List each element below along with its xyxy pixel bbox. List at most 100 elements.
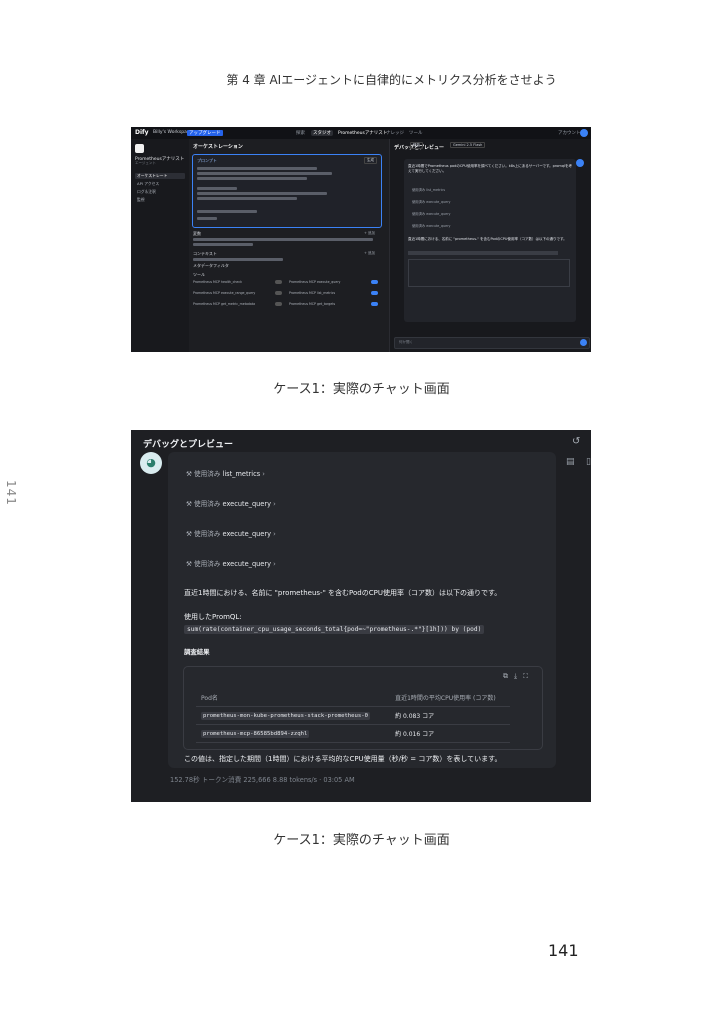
results-table-container: ⧉⤓⛶ Pod名 直近1時間の平均CPU使用率 (コア数) prometheus… <box>183 666 543 750</box>
tool-item[interactable]: Prometheus MCP execute_query <box>289 280 381 285</box>
nav-knowledge[interactable]: ナレッジ <box>386 130 404 136</box>
tool-icon: ⚒ <box>186 530 195 538</box>
prompt-text-line <box>197 172 332 175</box>
debug-preview-panel: デバッグとプレビュー 機能 Gemini 2.5 Flash 直近1時間でPro… <box>389 139 591 352</box>
sidebar-item-logs[interactable]: ログ＆注釈 <box>135 189 185 195</box>
pod-name: prometheus-mon-kube-prometheus-stack-pro… <box>201 712 371 720</box>
generate-button[interactable]: 生成 <box>364 157 377 164</box>
tool-name: execute_query <box>222 530 271 538</box>
copy-icon[interactable]: ⧉ <box>503 672 514 680</box>
nav-tools[interactable]: ツール <box>409 130 423 136</box>
tool-item[interactable]: Prometheus MCP get_targets <box>289 302 381 307</box>
chapter-header: 第 4 章 AIエージェントに自律的にメトリクス分析をさせよう <box>226 73 557 87</box>
prompt-text-line <box>197 210 257 213</box>
conclusion-text: この値は、指定した期間（1時間）における平均的なCPU使用量（秒/秒 = コア数… <box>184 755 502 763</box>
page-number: 141 <box>548 941 579 960</box>
tool-name: execute_query <box>222 500 271 508</box>
user-message: 直近1時間でPrometheus podのCPU使用率を調べてください。k8s上… <box>408 164 573 173</box>
upgrade-button[interactable]: アップグレード <box>187 130 223 136</box>
cpu-usage: 約 0.083 コア <box>390 706 510 725</box>
refresh-icon[interactable]: ↺ <box>572 436 580 447</box>
tool-toggle[interactable] <box>371 280 378 284</box>
debug-preview-screenshot: デバッグとプレビュー ↺ ◕ ▤ ▯ ⚒ 使用済み list_metrics ›… <box>131 430 591 802</box>
sidebar-item-api-access[interactable]: API アクセス <box>135 181 185 187</box>
tool-toggle[interactable] <box>275 280 282 284</box>
pod-name: prometheus-mcp-86585bd894-zzqhl <box>201 730 310 738</box>
chevron-right-icon: › <box>273 560 276 568</box>
tool-item[interactable]: Prometheus MCP execute_range_query <box>193 291 285 296</box>
results-table: Pod名 直近1時間の平均CPU使用率 (コア数) prometheus-mon… <box>196 689 510 743</box>
tool-use-item[interactable]: 使用済み list_metrics <box>412 187 445 192</box>
orchestration-panel: オーケストレーション プロンプト 生成 変数 + 追加 コンテキスト + 追加 … <box>189 139 389 352</box>
features-button[interactable]: 機能 <box>410 142 423 149</box>
tool-toggle[interactable] <box>275 291 282 295</box>
chat-input-placeholder: 何か聞く <box>399 340 413 344</box>
table-row: prometheus-mon-kube-prometheus-stack-pro… <box>196 706 510 725</box>
table-header: 直近1時間の平均CPU使用率 (コア数) <box>390 689 510 707</box>
prompt-editor[interactable]: プロンプト 生成 <box>192 154 382 228</box>
tool-use-item[interactable]: ⚒ 使用済み execute_query › <box>186 558 276 568</box>
prompt-text-line <box>197 197 297 200</box>
chevron-right-icon: › <box>273 530 276 538</box>
tool-use-item[interactable]: ⚒ 使用済み list_metrics › <box>186 468 265 478</box>
assistant-answer: 直近1時間における、名前に "prometheus-" を含むPodのCPU使用… <box>408 237 567 241</box>
orchestration-title: オーケストレーション <box>193 144 243 150</box>
side-page-number: 141 <box>4 480 18 506</box>
sidebar-item-orchestrate[interactable]: オーケストレート <box>135 173 185 179</box>
sidebar-app-type: エージェント <box>135 161 156 165</box>
tool-use-item[interactable]: 使用済み execute_query <box>412 211 450 216</box>
app-sidebar: Prometheusアナリスト エージェント オーケストレート API アクセス… <box>131 139 190 352</box>
tool-icon: ⚒ <box>186 500 195 508</box>
chat-input[interactable]: 何か聞く <box>394 337 590 349</box>
promql-code <box>408 251 558 255</box>
send-icon[interactable] <box>580 339 587 346</box>
current-app-name[interactable]: Prometheusアナリスト <box>338 130 387 136</box>
tool-toggle[interactable] <box>371 302 378 306</box>
prompt-text-line <box>197 177 307 180</box>
chevron-right-icon: › <box>273 500 276 508</box>
document-icon[interactable]: ▤ <box>566 457 575 467</box>
tool-use-item[interactable]: 使用済み execute_query <box>412 223 450 228</box>
figure-caption-1: ケース1：実際のチャット画面 <box>273 382 450 397</box>
tool-toggle[interactable] <box>275 302 282 306</box>
dify-orchestration-screenshot: Dify Billy's Workspace アップグレード 探索 スタジオ P… <box>131 127 591 352</box>
tool-item[interactable]: Prometheus MCP list_metrics <box>289 291 381 296</box>
account-menu[interactable]: アカウント <box>558 130 581 136</box>
variables-section-title: 変数 <box>193 231 201 236</box>
tool-use-item[interactable]: ⚒ 使用済み execute_query › <box>186 498 276 508</box>
table-header: Pod名 <box>196 689 391 707</box>
sidebar-item-monitoring[interactable]: 監視 <box>135 197 185 203</box>
results-heading: 調査結果 <box>184 648 210 656</box>
assistant-message: ⚒ 使用済み list_metrics › ⚒ 使用済み execute_que… <box>168 452 556 768</box>
nav-studio[interactable]: スタジオ <box>311 130 333 136</box>
chat-area: 直近1時間でPrometheus podのCPU使用率を調べてください。k8s上… <box>404 159 576 322</box>
table-row: prometheus-mcp-86585bd894-zzqhl 約 0.016 … <box>196 724 510 743</box>
tool-use-item[interactable]: 使用済み execute_query <box>412 199 450 204</box>
preview-title: デバッグとプレビュー <box>143 440 234 450</box>
cpu-usage: 約 0.016 コア <box>390 724 510 743</box>
more-icon[interactable]: ▯ <box>586 457 591 467</box>
nav-explore[interactable]: 探索 <box>296 130 305 136</box>
table-actions: ⧉⤓⛶ <box>503 672 534 681</box>
figure-caption-2: ケース1：実際のチャット画面 <box>273 833 450 848</box>
tool-item[interactable]: Prometheus MCP get_metric_metadata <box>193 302 285 307</box>
results-table <box>408 259 570 287</box>
variables-description <box>193 238 373 241</box>
tool-use-item[interactable]: ⚒ 使用済み execute_query › <box>186 528 276 538</box>
add-context-button[interactable]: + 追加 <box>364 251 375 256</box>
app-icon <box>135 144 144 153</box>
tool-toggle[interactable] <box>371 291 378 295</box>
download-icon[interactable]: ⤓ <box>514 672 523 680</box>
expand-icon[interactable]: ⛶ <box>523 672 534 680</box>
user-avatar[interactable] <box>580 129 588 137</box>
tool-item[interactable]: Prometheus MCP health_check <box>193 280 285 285</box>
variables-description <box>193 243 253 246</box>
prompt-text-line <box>197 217 217 220</box>
promql-code: sum(rate(container_cpu_usage_seconds_tot… <box>184 625 485 634</box>
tools-section-title: ツール <box>193 272 205 277</box>
add-variable-button[interactable]: + 追加 <box>364 231 375 236</box>
dify-logo: Dify <box>135 129 149 136</box>
prompt-title: プロンプト <box>197 158 217 163</box>
tool-name: execute_query <box>222 560 271 568</box>
model-selector[interactable]: Gemini 2.5 Flash <box>450 142 486 148</box>
